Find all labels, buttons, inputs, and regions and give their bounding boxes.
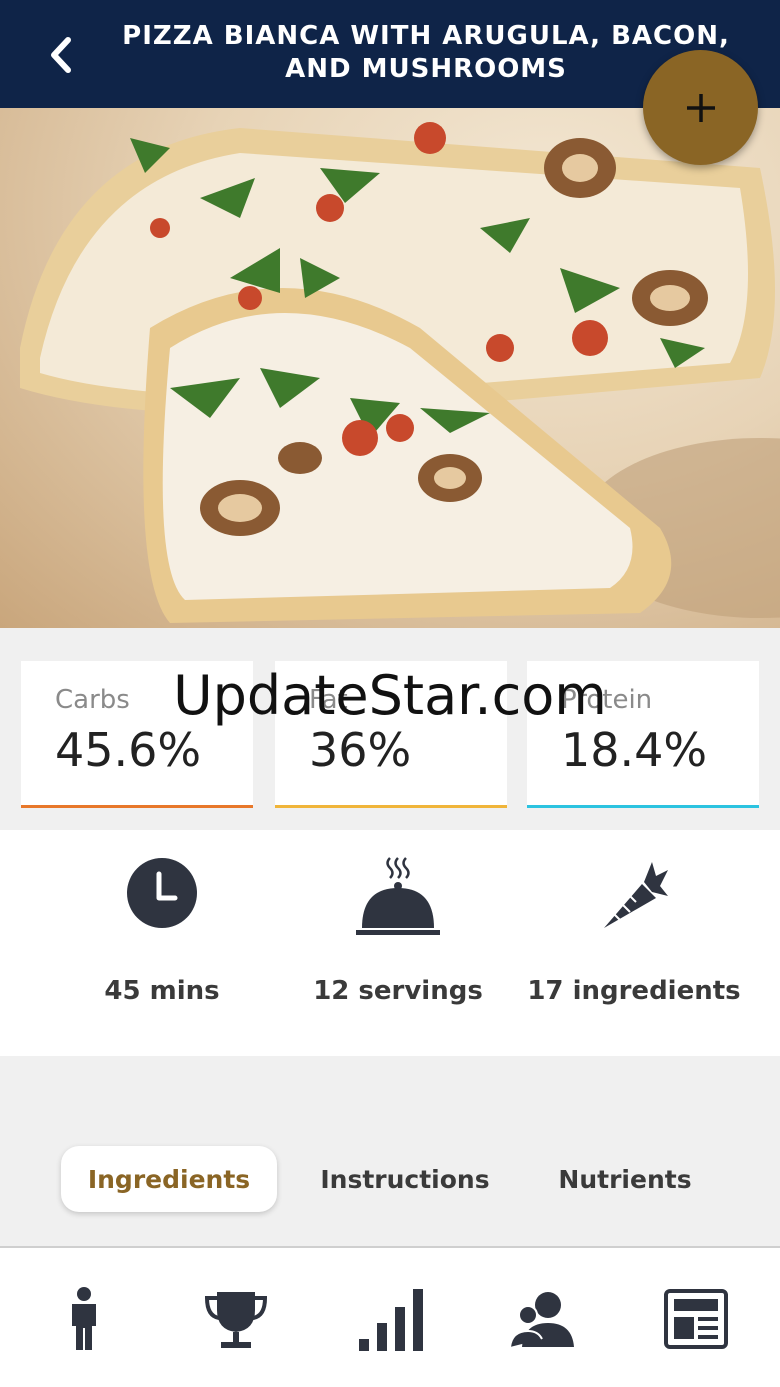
tab-instructions[interactable]: Instructions [298, 1146, 512, 1212]
macro-value: 36% [309, 723, 412, 777]
stat-time: 45 mins [32, 830, 292, 1056]
recipe-stats: 45 mins 12 servings 17 ingredients [0, 830, 780, 1056]
macro-value: 18.4% [561, 723, 708, 777]
nav-profile[interactable] [44, 1284, 124, 1354]
back-button[interactable] [38, 30, 84, 80]
clock-icon [127, 858, 197, 928]
users-icon [509, 1292, 574, 1348]
nav-news[interactable] [656, 1284, 736, 1354]
nav-statistics[interactable] [351, 1284, 431, 1354]
tab-ingredients[interactable]: Ingredients [61, 1146, 277, 1212]
stat-label: 45 mins [104, 976, 220, 1006]
newspaper-icon [664, 1289, 728, 1349]
bottom-nav [0, 1246, 780, 1387]
watermark: UpdateStar.com [173, 664, 607, 727]
carrot-icon [604, 862, 668, 928]
plus-icon [686, 93, 715, 122]
bar-chart-icon [359, 1289, 423, 1351]
stat-label: 17 ingredients [527, 976, 741, 1006]
trophy-icon [204, 1292, 268, 1348]
nav-community[interactable] [502, 1284, 582, 1354]
macro-underline [527, 805, 759, 808]
stat-servings: 12 servings [268, 830, 528, 1056]
macro-underline [275, 805, 507, 808]
macro-underline [21, 805, 253, 808]
person-icon [72, 1287, 96, 1350]
macro-value: 45.6% [55, 723, 202, 777]
pizza-image [20, 122, 780, 623]
recipe-tabs: Ingredients Instructions Nutrients [0, 1056, 780, 1246]
chevron-left-icon [51, 37, 71, 73]
recipe-photo [0, 108, 780, 628]
tab-nutrients[interactable]: Nutrients [530, 1146, 720, 1212]
macro-summary: Carbs 45.6% Fat 36% Protein 18.4% [0, 628, 780, 830]
nav-achievements[interactable] [196, 1284, 276, 1354]
stat-label: 12 servings [313, 976, 483, 1006]
add-button[interactable] [643, 50, 758, 165]
serving-dish-icon [356, 857, 440, 935]
stat-ingredients: 17 ingredients [504, 830, 764, 1056]
